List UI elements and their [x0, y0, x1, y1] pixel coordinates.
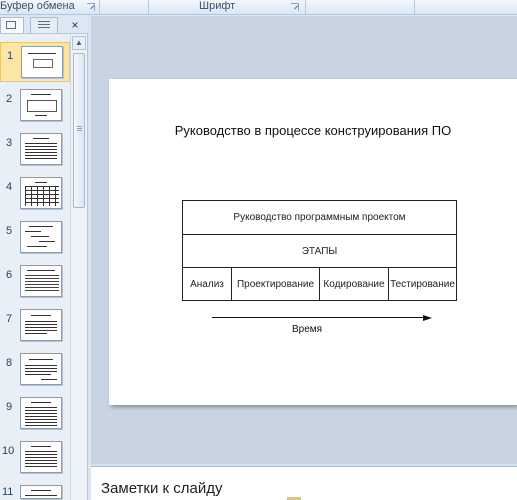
- slide-preview: [20, 353, 62, 385]
- slide-preview: [20, 133, 62, 165]
- slide-preview: [20, 441, 62, 473]
- diagram-stage-cell: Проектирование: [232, 268, 320, 301]
- clipboard-dialog-launcher-icon[interactable]: [87, 3, 95, 11]
- slide-thumbnail-5[interactable]: 5: [0, 220, 70, 260]
- slide-preview: [21, 46, 63, 78]
- clipboard-group-label: Буфер обмена: [0, 0, 75, 12]
- slides-panel: × 1 2 3 4 5 6 7 8 9 10 11 ▲: [0, 16, 88, 500]
- ribbon-separator: [148, 0, 149, 15]
- slide-thumbnail-4[interactable]: 4: [0, 176, 70, 216]
- scroll-up-icon[interactable]: ▲: [72, 36, 86, 50]
- slide-number: 3: [6, 137, 13, 149]
- slides-scrollbar[interactable]: ▲: [70, 35, 87, 500]
- notes-placeholder[interactable]: Заметки к слайду: [101, 480, 223, 497]
- slide-number: 8: [6, 357, 13, 369]
- ribbon-separator: [414, 0, 415, 15]
- time-axis-label: Время: [292, 324, 323, 335]
- tab-outline[interactable]: [30, 17, 58, 33]
- time-arrow: [212, 315, 432, 321]
- notes-pane[interactable]: Заметки к слайду: [91, 466, 517, 500]
- diagram-middle-row: ЭТАПЫ: [183, 235, 456, 268]
- slide-thumbnail-7[interactable]: 7: [0, 308, 70, 348]
- slide-preview: [20, 397, 62, 429]
- close-panel-icon[interactable]: ×: [68, 18, 82, 32]
- slide-preview: [20, 221, 62, 253]
- diagram-stage-cell: Анализ: [183, 268, 232, 301]
- slide-number: 11: [2, 486, 14, 498]
- slide-preview: [20, 309, 62, 341]
- slide-thumbnail-10[interactable]: 10: [0, 440, 70, 480]
- slide-thumbnail-6[interactable]: 6: [0, 264, 70, 304]
- ribbon-separator: [99, 0, 100, 15]
- diagram-stage-cell: Кодирование: [320, 268, 389, 301]
- font-group-label: Шрифт: [199, 0, 236, 12]
- diagram-stage-cell: Тестирование: [390, 279, 455, 290]
- font-dialog-launcher-icon[interactable]: [291, 3, 299, 11]
- scrollbar-thumb[interactable]: [73, 53, 85, 208]
- slide-thumbnail-1[interactable]: 1: [0, 42, 70, 82]
- slide-thumbnail-8[interactable]: 8: [0, 352, 70, 392]
- tab-slides[interactable]: [0, 17, 24, 33]
- slide-preview: [20, 485, 62, 499]
- slide-number: 6: [6, 269, 13, 281]
- slide-thumbnail-11[interactable]: 11: [0, 484, 70, 500]
- slide-thumbnail-2[interactable]: 2: [0, 88, 70, 128]
- slide-number: 2: [6, 93, 13, 105]
- slide-title[interactable]: Руководство в процессе конструирования П…: [109, 123, 517, 138]
- panel-tabs: ×: [0, 16, 88, 34]
- slides-icon: [6, 21, 16, 29]
- slide-thumbnail-3[interactable]: 3: [0, 132, 70, 172]
- diagram-top-row: Руководство программным проектом: [183, 201, 456, 235]
- slide-preview: [20, 89, 62, 121]
- slide-number: 10: [2, 445, 15, 457]
- current-slide[interactable]: Руководство в процессе конструирования П…: [109, 79, 517, 405]
- slide-preview: [20, 265, 62, 297]
- outline-icon: [38, 21, 50, 29]
- slide-number: 9: [6, 401, 13, 413]
- slide-preview: [20, 177, 62, 209]
- slide-number: 5: [6, 225, 13, 237]
- process-diagram: Руководство программным проектом ЭТАПЫ А…: [182, 200, 457, 301]
- slide-number: 1: [7, 50, 14, 62]
- ribbon-separator: [305, 0, 306, 15]
- slide-number: 7: [6, 313, 13, 325]
- grip-icon: [77, 126, 82, 132]
- slide-thumbnail-9[interactable]: 9: [0, 396, 70, 436]
- ribbon: Буфер обмена Шрифт: [0, 0, 517, 15]
- slide-number: 4: [6, 181, 13, 193]
- arrow-right-icon: [423, 315, 432, 321]
